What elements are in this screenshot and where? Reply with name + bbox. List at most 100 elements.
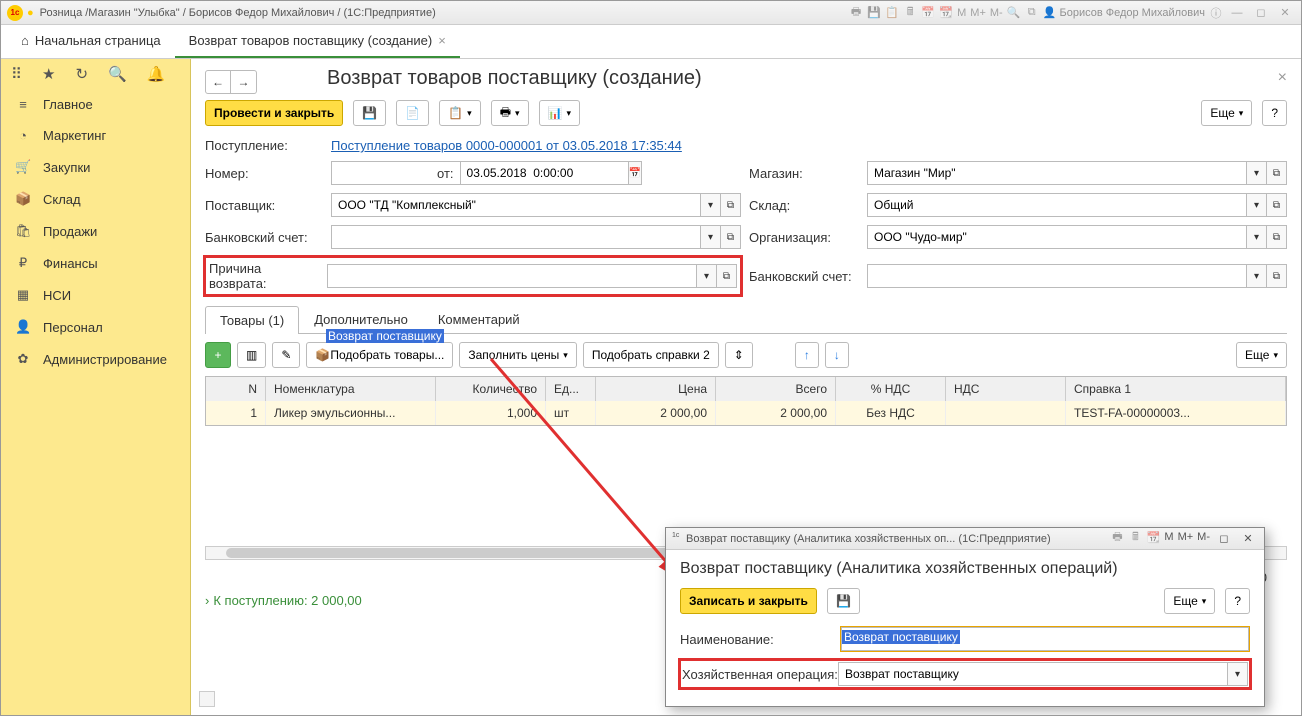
- prichina-input[interactable]: [327, 264, 697, 288]
- calendar-button-icon[interactable]: 📅: [629, 161, 642, 185]
- apps-icon[interactable]: ⠿: [11, 65, 22, 83]
- mem-m[interactable]: M: [957, 7, 966, 19]
- magazin-input[interactable]: [867, 161, 1247, 185]
- dropdown-icon[interactable]: ▾: [1247, 264, 1267, 288]
- dropdown-icon[interactable]: ▾: [1247, 193, 1267, 217]
- report-button[interactable]: 📊▾: [539, 100, 580, 126]
- save-icon[interactable]: 💾: [867, 6, 881, 20]
- spravki-button[interactable]: Подобрать справки 2: [583, 342, 719, 368]
- expand-button[interactable]: ⇕: [725, 342, 753, 368]
- popup-mminus[interactable]: M-: [1197, 531, 1210, 547]
- dropdown-icon[interactable]: ▾: [1247, 225, 1267, 249]
- sidebar-item-nsi[interactable]: ▦НСИ: [1, 279, 190, 311]
- tab-tovary[interactable]: Товары (1): [205, 306, 299, 334]
- calendar-icon[interactable]: 📅: [921, 6, 935, 20]
- more-button[interactable]: Еще▾: [1201, 100, 1252, 126]
- date-icon[interactable]: 📆: [939, 6, 953, 20]
- org-input[interactable]: [867, 225, 1247, 249]
- window-icon[interactable]: ⧉: [1025, 6, 1039, 20]
- close-icon[interactable]: ✕: [1275, 5, 1295, 21]
- nav-back-icon[interactable]: ←: [205, 70, 231, 94]
- search-tool-icon[interactable]: 🔍: [108, 65, 127, 83]
- sidebar-item-admin[interactable]: ✿Администрирование: [1, 343, 190, 375]
- mem-mplus[interactable]: M+: [970, 7, 986, 19]
- sidebar-item-warehouse[interactable]: 📦Склад: [1, 183, 190, 215]
- copy-icon[interactable]: 📋: [885, 6, 899, 20]
- structure-button[interactable]: 📋▾: [439, 100, 480, 126]
- scroll-corner[interactable]: [199, 691, 215, 707]
- popup-save-button[interactable]: Записать и закрыть: [680, 588, 817, 614]
- calc-icon[interactable]: 🖩: [903, 6, 917, 20]
- popup-title: Возврат поставщику (Аналитика хозяйствен…: [686, 533, 1051, 545]
- print-button[interactable]: 🖶▾: [491, 100, 529, 126]
- dropdown-icon[interactable]: ▾: [701, 193, 721, 217]
- sidebar-item-sales[interactable]: 🛍Продажи: [1, 215, 190, 247]
- tab-close-icon[interactable]: ×: [438, 33, 446, 48]
- help-button[interactable]: ?: [1262, 100, 1287, 126]
- nav-fwd-icon[interactable]: →: [231, 70, 257, 94]
- open-icon[interactable]: ⧉: [721, 193, 741, 217]
- popup-maximize-icon[interactable]: ◻: [1214, 531, 1234, 547]
- popup-calc-icon[interactable]: 🖩: [1128, 531, 1142, 545]
- bell-icon[interactable]: 🔔: [147, 65, 166, 83]
- grid-more-button[interactable]: Еще▾: [1236, 342, 1287, 368]
- minimize-icon[interactable]: —: [1227, 5, 1247, 21]
- dropdown-icon[interactable]: ▾: [1247, 161, 1267, 185]
- dropdown-icon[interactable]: ▾: [1228, 662, 1248, 686]
- pie-icon: ◔: [15, 128, 31, 143]
- barcode-button[interactable]: ▥: [237, 342, 266, 368]
- mem-mminus[interactable]: M-: [990, 7, 1003, 19]
- sidebar-item-purchases[interactable]: 🛒Закупки: [1, 151, 190, 183]
- open-icon[interactable]: ⧉: [1267, 161, 1287, 185]
- popup-m[interactable]: M: [1164, 531, 1173, 547]
- popup-more-button[interactable]: Еще▾: [1164, 588, 1215, 614]
- zapolnit-button[interactable]: Заполнить цены▾: [459, 342, 576, 368]
- popup-write-button[interactable]: 💾: [827, 588, 860, 614]
- add-row-button[interactable]: +: [205, 342, 231, 368]
- sidebar-item-finance[interactable]: ₽Финансы: [1, 247, 190, 279]
- sklad-input[interactable]: [867, 193, 1247, 217]
- postavshik-input[interactable]: [331, 193, 701, 217]
- tab-home[interactable]: ⌂ Начальная страница: [7, 25, 175, 58]
- tab-document[interactable]: Возврат товаров поставщику (создание) ×: [175, 25, 460, 58]
- sidebar-item-main[interactable]: ≡Главное: [1, 89, 190, 120]
- popup-name-selected: Возврат поставщику: [842, 630, 960, 644]
- maximize-icon[interactable]: ◻: [1251, 5, 1271, 21]
- open-icon[interactable]: ⧉: [717, 264, 737, 288]
- open-icon[interactable]: ⧉: [1267, 264, 1287, 288]
- move-up-button[interactable]: ↑: [795, 342, 819, 368]
- save-button[interactable]: 💾: [353, 100, 386, 126]
- date-input[interactable]: [460, 161, 629, 185]
- popup-op-input[interactable]: [838, 662, 1228, 686]
- post-button[interactable]: 📄: [396, 100, 429, 126]
- print-icon[interactable]: 🖶: [849, 6, 863, 20]
- home-icon: ⌂: [21, 33, 29, 48]
- open-icon[interactable]: ⧉: [721, 225, 741, 249]
- open-icon[interactable]: ⧉: [1267, 193, 1287, 217]
- table-row[interactable]: 1 Ликер эмульсионны... 1,000 шт 2 000,00…: [206, 401, 1286, 425]
- bank2-input[interactable]: [867, 264, 1247, 288]
- edit-button[interactable]: ✎: [272, 342, 300, 368]
- form-close-icon[interactable]: ×: [1278, 69, 1287, 87]
- dropdown-icon[interactable]: ▾: [701, 225, 721, 249]
- bank-input[interactable]: [331, 225, 701, 249]
- sidebar-item-personnel[interactable]: 👤Персонал: [1, 311, 190, 343]
- history-icon[interactable]: ↻: [75, 65, 88, 83]
- post-close-button[interactable]: Провести и закрыть: [205, 100, 343, 126]
- popup-mplus[interactable]: M+: [1178, 531, 1194, 547]
- move-down-button[interactable]: ↓: [825, 342, 849, 368]
- link-postuplenie[interactable]: Поступление товаров 0000-000001 от 03.05…: [331, 138, 682, 153]
- podobrat-button[interactable]: 📦 Подобрать товары...: [306, 342, 453, 368]
- dropdown-icon[interactable]: ▾: [697, 264, 717, 288]
- user-name[interactable]: 👤 Борисов Федор Михайлович: [1043, 6, 1205, 19]
- open-icon[interactable]: ⧉: [1267, 225, 1287, 249]
- popup-print-icon[interactable]: 🖶: [1110, 531, 1124, 545]
- info-icon[interactable]: ⓘ: [1209, 6, 1223, 20]
- popup-help-button[interactable]: ?: [1225, 588, 1250, 614]
- star-icon[interactable]: ●: [27, 7, 34, 19]
- popup-close-icon[interactable]: ✕: [1238, 531, 1258, 547]
- sidebar-item-marketing[interactable]: ◔Маркетинг: [1, 120, 190, 151]
- favorite-icon[interactable]: ★: [42, 65, 55, 83]
- search-icon[interactable]: 🔍: [1007, 6, 1021, 20]
- popup-calendar-icon[interactable]: 📆: [1146, 531, 1160, 545]
